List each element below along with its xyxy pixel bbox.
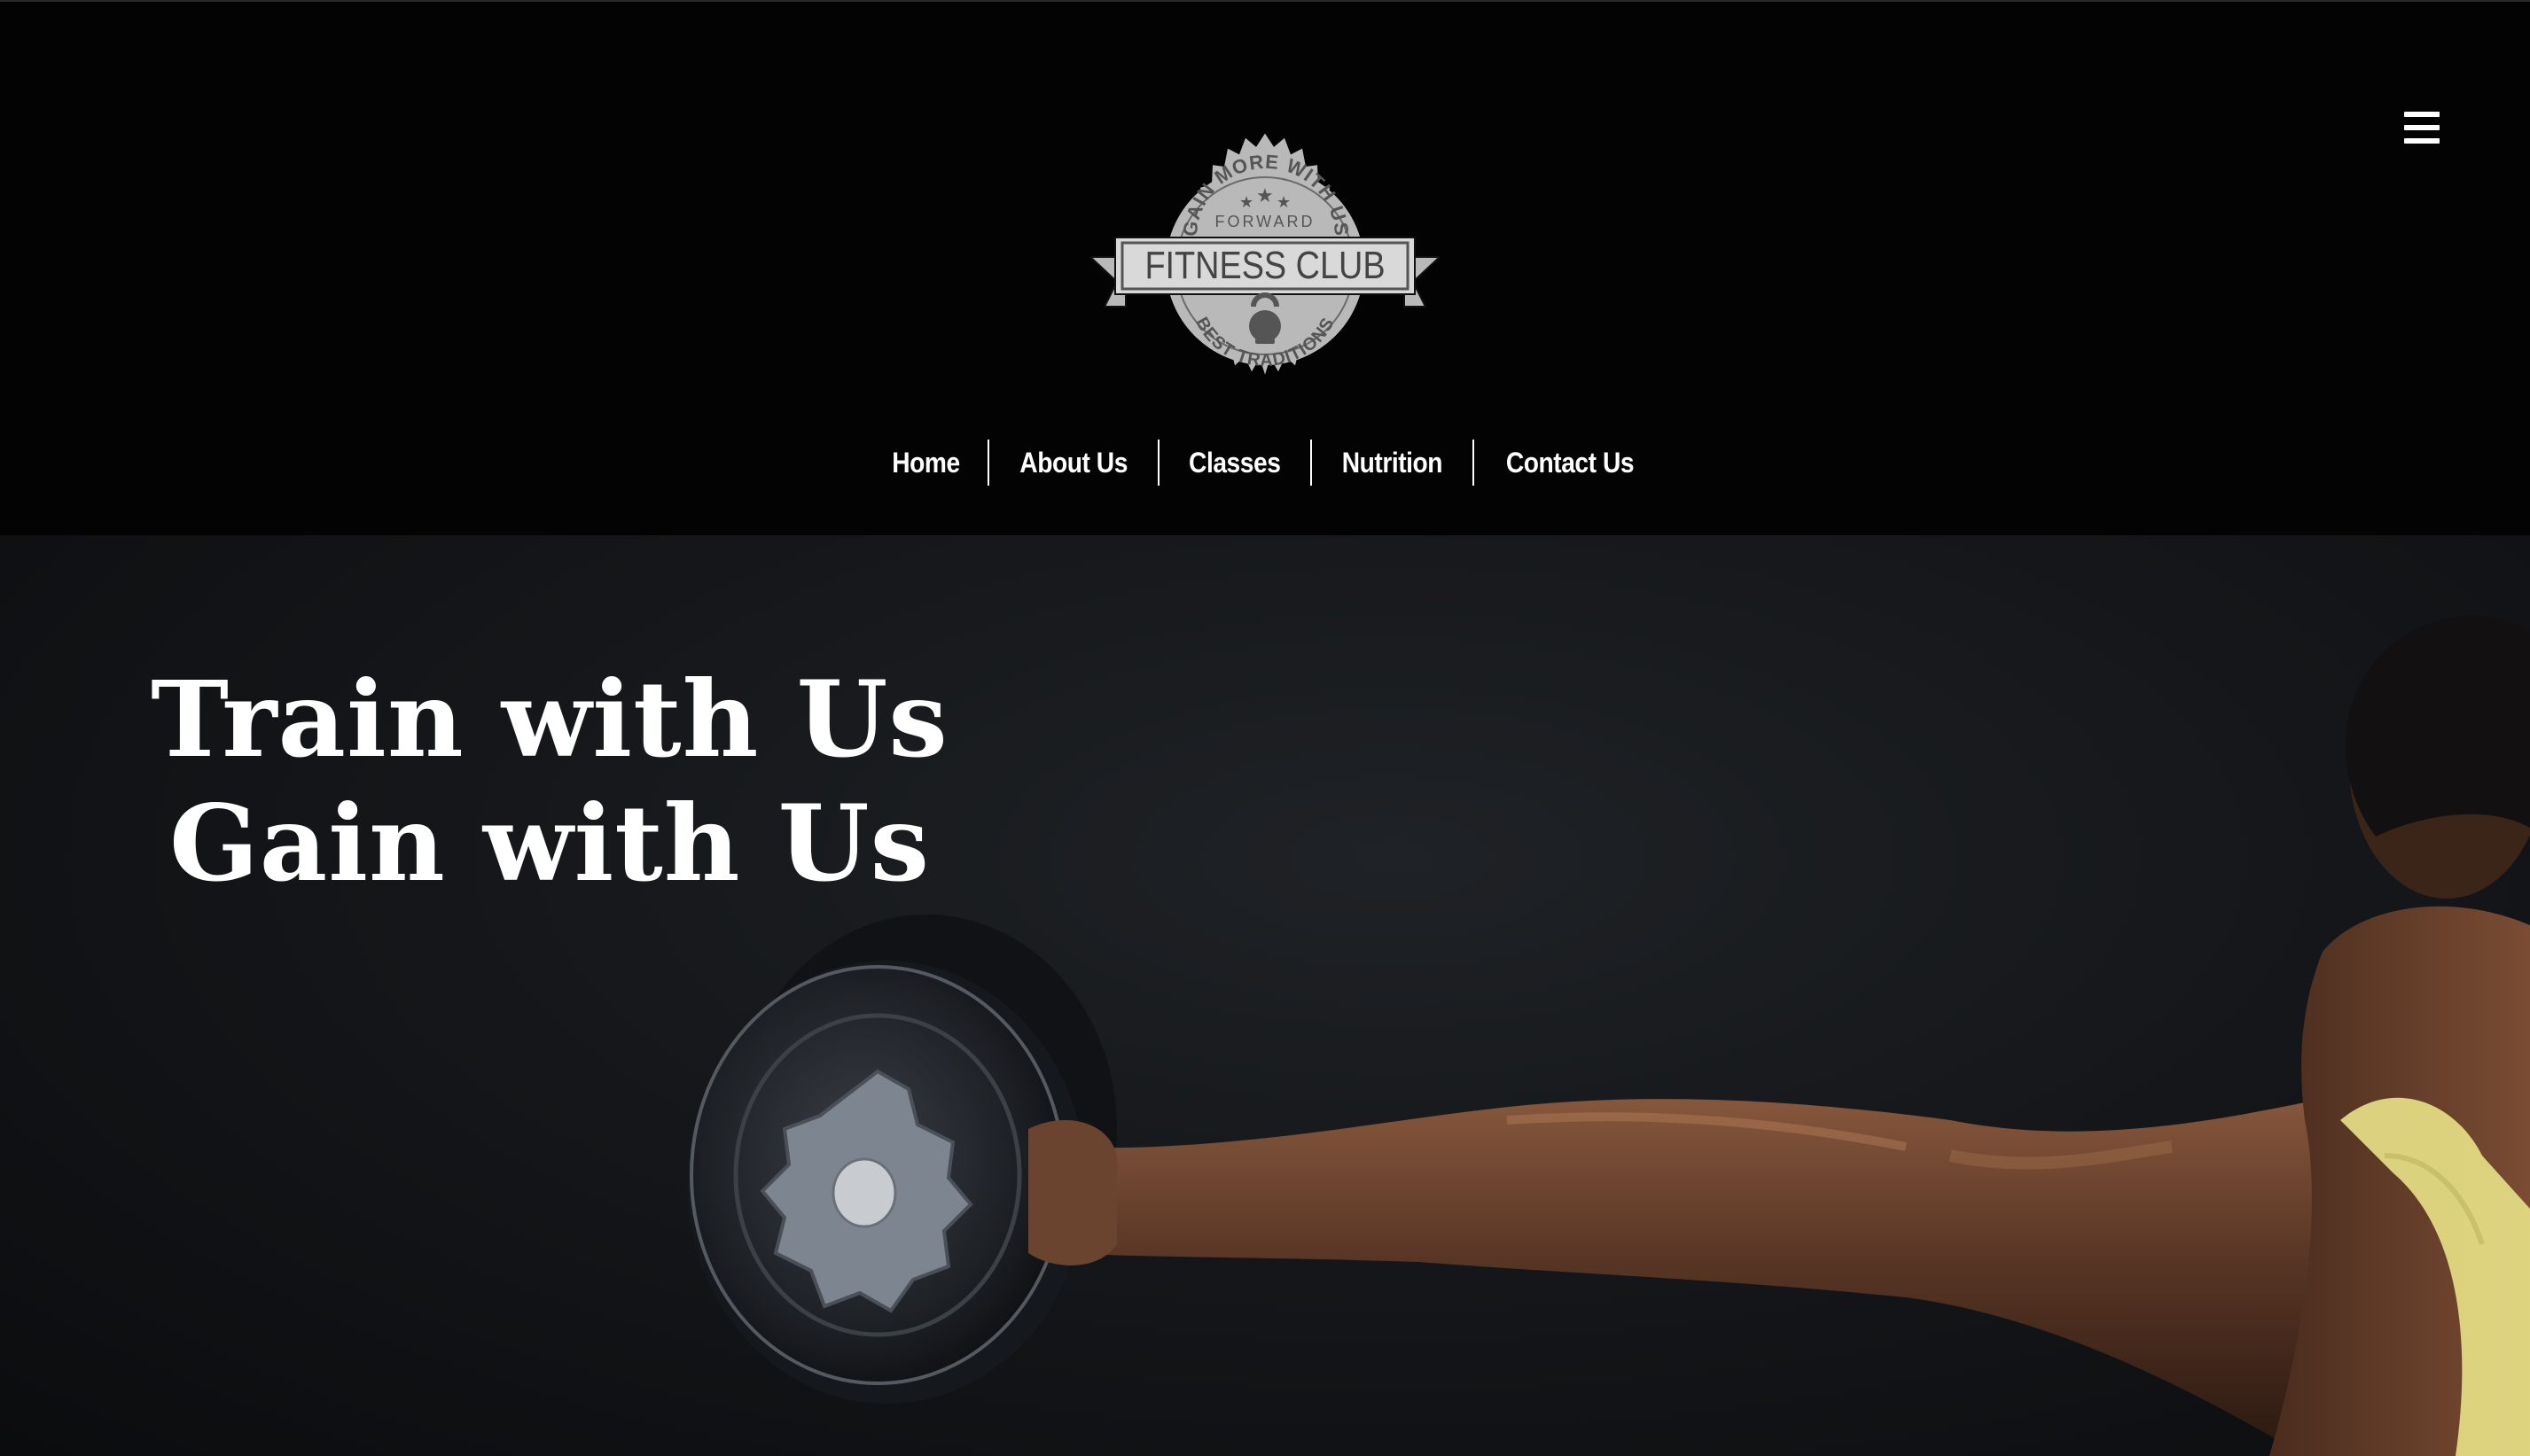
hero-headline: Train with Us Gain with Us — [71, 658, 1028, 906]
nav-contact-us[interactable]: Contact Us — [1486, 438, 1654, 487]
svg-text:★: ★ — [1256, 185, 1274, 207]
nav-nutrition[interactable]: Nutrition — [1322, 438, 1463, 487]
svg-text:★: ★ — [1277, 193, 1291, 212]
nav-home[interactable]: Home — [872, 438, 980, 487]
hero-banner: Train with Us Gain with Us — [0, 535, 2530, 1456]
nav-classes[interactable]: Classes — [1169, 438, 1301, 487]
site-header: GAIN MORE WITH US BEST TRADITIONS ★ ★ ★ … — [0, 0, 2530, 535]
fitness-club-logo[interactable]: GAIN MORE WITH US BEST TRADITIONS ★ ★ ★ … — [1090, 133, 1440, 399]
main-nav: Home About Us Classes Nutrition Contact … — [0, 438, 2530, 487]
nav-divider — [1158, 440, 1160, 486]
hero-title-line-1: Train with Us — [151, 658, 949, 781]
hamburger-menu-icon[interactable] — [2393, 99, 2457, 156]
logo-ribbon-text: FITNESS CLUB — [1144, 243, 1385, 286]
page: GAIN MORE WITH US BEST TRADITIONS ★ ★ ★ … — [0, 0, 2530, 1456]
hero-title-line-2: Gain with Us — [168, 782, 931, 905]
nav-divider — [1472, 440, 1474, 486]
svg-text:★: ★ — [1239, 193, 1253, 212]
logo-subtitle: FORWARD — [1215, 213, 1316, 230]
nav-about-us[interactable]: About Us — [1000, 438, 1148, 487]
nav-divider — [1309, 440, 1312, 486]
nav-divider — [988, 440, 990, 486]
